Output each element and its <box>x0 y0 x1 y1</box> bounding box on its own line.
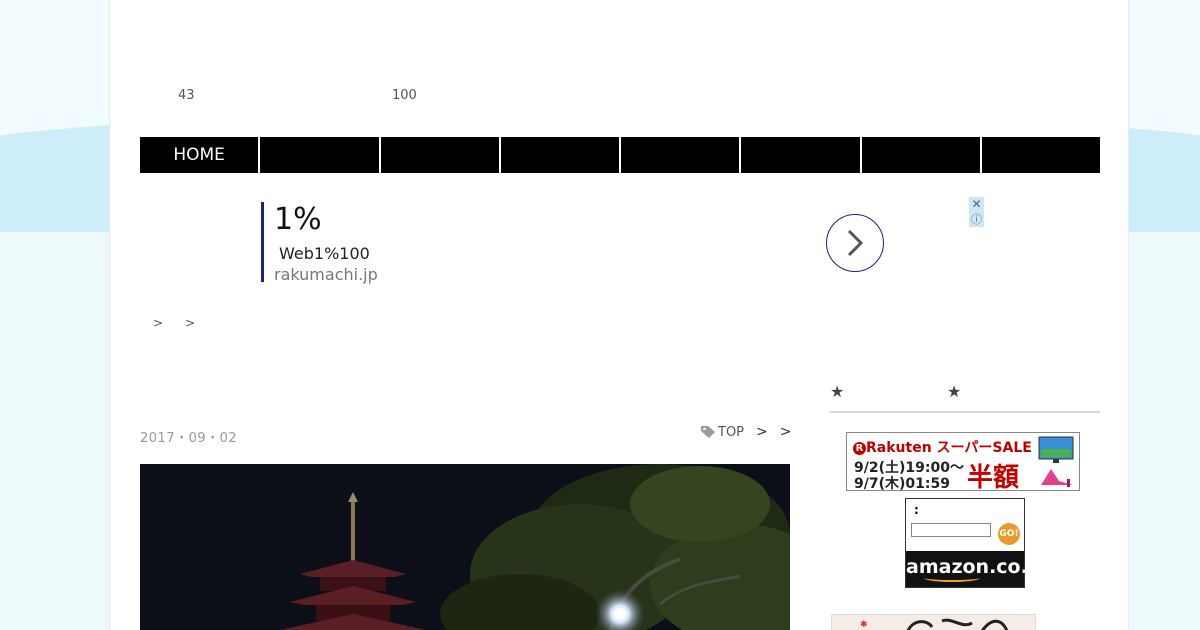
rakuten-brand-line: R Rakuten スーパーSALE <box>853 437 1032 457</box>
ad-subtitle: Web1%100 <box>279 244 370 263</box>
post-tags: TOP > > <box>700 422 791 442</box>
tag-separator-2: > <box>779 424 792 440</box>
nav-item-7[interactable] <box>861 137 980 173</box>
amazon-smile-icon <box>924 574 980 582</box>
post-photo <box>140 464 790 630</box>
nav-item-home[interactable]: HOME <box>140 137 259 173</box>
page-container: 43 100 HOME 1% Web1%100 rakumachi.jp ✕ ⓘ… <box>109 0 1129 630</box>
sidebar-heading: ★ ★ <box>830 380 1100 413</box>
text-ad[interactable]: 1% Web1%100 rakumachi.jp <box>261 202 781 284</box>
rakuten-half-price: 半額 <box>967 463 1020 493</box>
ad-info-icon[interactable]: ⓘ <box>969 212 984 227</box>
global-nav: HOME <box>140 137 1100 173</box>
count-right: 100 <box>392 88 417 103</box>
amazon-search-label: : <box>914 503 919 517</box>
tag-separator-1: > <box>756 424 768 440</box>
rakuten-logo-icon: R <box>853 442 866 455</box>
svg-text:✱: ✱ <box>860 620 868 630</box>
ad-close-icon[interactable]: ✕ <box>969 197 984 212</box>
rakuten-sale-banner[interactable]: R Rakuten スーパーSALE 9/2(土)19:00～ 9/7(木)01:… <box>846 432 1080 493</box>
rakuten-date-end: 9/7(木)01:59 <box>854 476 950 492</box>
nav-item-2[interactable] <box>260 137 379 173</box>
star-icon: ★ <box>947 382 962 401</box>
post-date: 2017・09・02 <box>140 431 238 446</box>
sidebar-banner-art: ✱ <box>860 618 1009 630</box>
amazon-go-button[interactable]: GO! <box>998 523 1020 545</box>
breadcrumb-separator-1: > <box>153 316 164 330</box>
rakuten-sale-label: スーパーSALE <box>936 440 1032 456</box>
amazon-search-input[interactable] <box>911 523 991 537</box>
ad-url[interactable]: rakumachi.jp <box>274 265 781 284</box>
ad-title[interactable]: 1% <box>274 202 781 238</box>
breadcrumb-separator-2: > <box>185 316 196 330</box>
tag-icon <box>701 426 715 438</box>
nav-item-6[interactable] <box>741 137 860 173</box>
nav-item-8[interactable] <box>981 137 1100 173</box>
rakuten-brand: Rakuten <box>866 440 932 456</box>
nav-item-4[interactable] <box>500 137 619 173</box>
ad-next-button[interactable] <box>826 214 884 272</box>
tv-and-heel-icon <box>1038 436 1074 487</box>
night-pagoda-image <box>140 464 790 630</box>
count-left: 43 <box>178 88 195 103</box>
tag-top-link[interactable]: TOP <box>718 425 744 440</box>
star-icon: ★ <box>830 382 845 401</box>
nav-item-3[interactable] <box>380 137 499 173</box>
amazon-search-widget: : GO! amazon.co.jp <box>905 498 1048 588</box>
amazon-logo[interactable]: amazon.co.jp <box>906 551 1048 587</box>
nav-item-5[interactable] <box>621 137 740 173</box>
chevron-right-icon <box>847 229 864 257</box>
sidebar-banner[interactable]: ✱ <box>831 614 1036 630</box>
